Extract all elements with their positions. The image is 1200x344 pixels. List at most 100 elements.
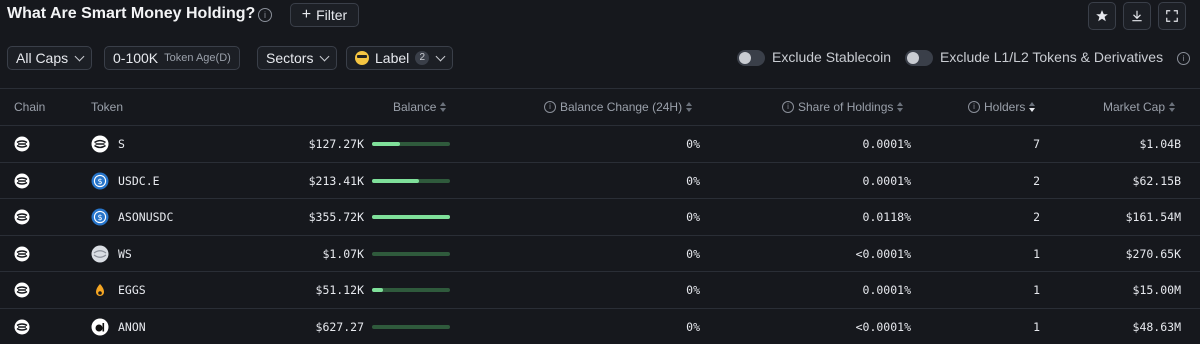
market-cap-value: $62.15B [1132, 173, 1181, 188]
token-name[interactable]: S [118, 137, 125, 151]
col-holders[interactable]: i Holders [968, 100, 1036, 114]
sonic-chain-icon [14, 246, 30, 262]
col-balance-change-label: Balance Change (24H) [560, 100, 683, 114]
table-row[interactable]: $ ASONUSDC $355.72K 0% 0.0118% 2 $161.54M [0, 199, 1200, 236]
eggs-icon [91, 281, 109, 299]
balance-bar-fill [372, 288, 383, 292]
sonic-chain-icon [14, 319, 30, 335]
exclude-stablecoin-label: Exclude Stablecoin [772, 49, 892, 65]
balance-bar [372, 251, 450, 256]
balance-value: $627.27 [315, 319, 364, 334]
table-header: Chain Token Balance i Balance Change (24… [0, 88, 1200, 126]
table-row[interactable]: EGGS $51.12K 0% 0.0001% 1 $15.00M [0, 272, 1200, 309]
share-value: 0.0118% [862, 210, 911, 224]
balance-bar [372, 142, 450, 146]
balance-bar [372, 288, 450, 292]
exclude-l1l2-toggle[interactable] [905, 50, 933, 66]
balance-value: $355.72K [308, 210, 364, 224]
anon-icon [91, 318, 109, 336]
plus-icon: + [301, 6, 312, 23]
col-holders-label: Holders [984, 100, 1026, 114]
token-name[interactable]: EGGS [118, 283, 146, 297]
sonic-chain-icon [14, 136, 30, 152]
market-cap-value: $161.54M [1125, 210, 1181, 224]
holders-value: 2 [1033, 173, 1040, 188]
table-body: S $127.27K 0% 0.0001% 7 $1.04B $ USDC.E $213.41K… [0, 126, 1200, 344]
token-age-filter[interactable]: 0-100K Token Age(D) [104, 46, 240, 70]
info-icon: i [782, 101, 794, 113]
token-name[interactable]: USDC.E [118, 174, 160, 188]
info-icon: i [968, 101, 980, 113]
usdc-icon: $ [91, 208, 109, 226]
sort-icon [440, 102, 447, 112]
sectors-dropdown[interactable]: Sectors [257, 46, 338, 70]
exclude-l1l2-label: Exclude L1/L2 Tokens & Derivatives [940, 49, 1164, 65]
page-title: What Are Smart Money Holding? [7, 5, 256, 22]
holders-value: 2 [1033, 210, 1040, 224]
fullscreen-button[interactable] [1158, 2, 1186, 30]
balance-change-value: 0% [686, 210, 700, 224]
col-share[interactable]: i Share of Holdings [782, 100, 904, 114]
col-share-label: Share of Holdings [798, 100, 894, 114]
sonic-chain-icon [14, 282, 30, 298]
info-icon[interactable]: i [1177, 52, 1190, 65]
star-icon [1096, 10, 1108, 22]
exclude-stablecoin-toggle[interactable] [737, 50, 765, 66]
col-market-cap-label: Market Cap [1103, 100, 1166, 114]
holders-value: 1 [1033, 283, 1040, 297]
fullscreen-icon [1166, 10, 1178, 22]
col-balance[interactable]: Balance [393, 100, 447, 114]
balance-change-value: 0% [686, 283, 700, 297]
favorite-button[interactable] [1088, 2, 1116, 30]
usdc-icon: $ [91, 172, 109, 190]
wrapped-sonic-icon [91, 245, 109, 263]
label-dropdown[interactable]: Label 2 [346, 46, 454, 70]
info-icon[interactable]: i [258, 8, 272, 22]
share-value: 0.0001% [862, 173, 911, 188]
sonic-chain-icon [14, 173, 30, 189]
balance-bar [372, 324, 450, 329]
share-value: <0.0001% [855, 319, 911, 334]
token-name[interactable]: ASONUSDC [118, 210, 173, 224]
holders-value: 7 [1033, 137, 1040, 151]
header: What Are Smart Money Holding? i + Filter [0, 0, 1200, 34]
sectors-label: Sectors [266, 50, 314, 66]
market-cap-value: $48.63M [1132, 319, 1181, 334]
balance-bar [372, 215, 450, 219]
caps-dropdown[interactable]: All Caps [7, 46, 93, 70]
balance-change-value: 0% [686, 137, 700, 151]
col-balance-change[interactable]: i Balance Change (24H) [544, 100, 693, 114]
label-emoji-icon [355, 51, 369, 65]
token-name[interactable]: ANON [118, 320, 146, 334]
balance-bar-fill [372, 142, 401, 146]
token-name[interactable]: WS [118, 247, 132, 261]
table-row[interactable]: WS $1.07K 0% <0.0001% 1 $270.65K [0, 236, 1200, 272]
balance-value: $51.12K [315, 283, 364, 297]
balance-change-value: 0% [686, 173, 700, 188]
share-value: 0.0001% [862, 137, 911, 151]
col-chain: Chain [14, 100, 46, 114]
label-label: Label [375, 50, 410, 66]
filter-button[interactable]: + Filter [290, 3, 359, 27]
balance-value: $213.41K [308, 173, 364, 188]
table-row[interactable]: $ USDC.E $213.41K 0% 0.0001% 2 $62.15B [0, 163, 1200, 199]
filter-label: Filter [316, 7, 348, 23]
holders-value: 1 [1033, 319, 1040, 334]
table-row[interactable]: ANON $627.27 0% <0.0001% 1 $48.63M [0, 309, 1200, 344]
holders-value: 1 [1033, 246, 1040, 261]
balance-bar [372, 178, 450, 183]
market-cap-value: $1.04B [1139, 137, 1181, 151]
token-age-label: Token Age(D) [164, 52, 231, 64]
token-age-value: 0-100K [113, 50, 159, 66]
caps-label: All Caps [16, 50, 69, 66]
download-button[interactable] [1123, 2, 1151, 30]
info-icon: i [544, 101, 556, 113]
balance-change-value: 0% [686, 319, 700, 334]
holdings-table: Chain Token Balance i Balance Change (24… [0, 88, 1200, 344]
balance-bar-fill [372, 215, 450, 219]
sort-icon [897, 102, 904, 112]
col-balance-label: Balance [393, 100, 437, 114]
col-market-cap[interactable]: Market Cap [1103, 100, 1176, 114]
market-cap-value: $270.65K [1125, 246, 1181, 261]
table-row[interactable]: S $127.27K 0% 0.0001% 7 $1.04B [0, 126, 1200, 163]
